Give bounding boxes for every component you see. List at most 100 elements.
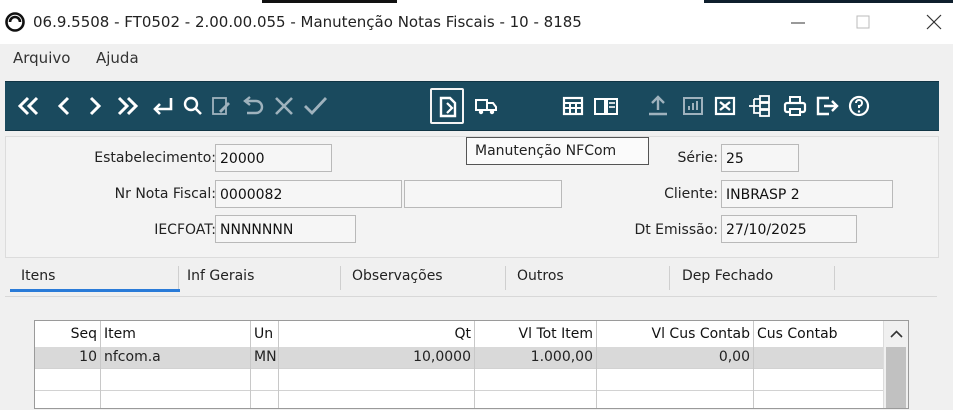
edit-icon <box>212 97 230 115</box>
cell-seq: 10 <box>35 347 101 369</box>
column-header-seq[interactable]: Seq <box>35 321 101 347</box>
iecfoat-field[interactable]: NNNNNNN <box>215 215 356 243</box>
help-button[interactable] <box>844 90 874 122</box>
cell-cus-contab <box>754 347 883 369</box>
close-icon <box>926 14 942 30</box>
tree-button[interactable] <box>744 90 774 122</box>
scrollbar-thumb[interactable] <box>886 347 906 408</box>
tab-observacoes[interactable]: Observações <box>352 268 443 284</box>
tab-separator <box>669 266 670 290</box>
tab-inf-gerais[interactable]: Inf Gerais <box>187 268 254 284</box>
tree-icon <box>749 95 770 117</box>
previous-icon <box>57 96 70 116</box>
column-header-vl-cus-contab[interactable]: Vl Cus Contab <box>597 321 754 347</box>
close-button[interactable] <box>915 8 951 36</box>
active-tab-indicator <box>10 289 180 292</box>
cancel-icon <box>275 97 293 115</box>
minimize-button[interactable] <box>780 8 816 36</box>
dt-emissao-field[interactable]: 27/10/2025 <box>721 215 857 243</box>
tooltip: Manutenção NFCom <box>466 137 649 165</box>
grid-header: Seq Item Un Qt Vl Tot Item Vl Cus Contab… <box>35 321 883 348</box>
scroll-up-icon[interactable] <box>884 322 909 346</box>
confirm-icon <box>304 97 328 116</box>
estabelecimento-field[interactable]: 20000 <box>215 144 332 172</box>
confirm-button[interactable] <box>300 90 330 122</box>
tab-dep-fechado[interactable]: Dep Fechado <box>682 268 773 284</box>
tab-outros[interactable]: Outros <box>517 268 564 284</box>
nfcom-button[interactable] <box>430 88 464 124</box>
undo-icon <box>243 96 264 115</box>
empty-cell <box>475 369 597 391</box>
upload-button[interactable] <box>643 90 673 122</box>
goto-button[interactable] <box>147 90 177 122</box>
empty-cell <box>279 369 475 391</box>
serie-field[interactable]: 25 <box>721 144 799 172</box>
window-edge <box>262 0 397 3</box>
nota-fiscal-label: Nr Nota Fiscal: <box>114 186 216 202</box>
vertical-scrollbar[interactable] <box>883 321 909 408</box>
column-header-un[interactable]: Un <box>251 321 279 347</box>
transport-button[interactable] <box>471 90 501 122</box>
edit-button[interactable] <box>206 90 236 122</box>
delete-icon <box>714 96 736 116</box>
column-header-qt[interactable]: Qt <box>279 321 475 347</box>
title-bar: 06.9.5508 - FT0502 - 2.00.00.055 - Manut… <box>0 0 953 44</box>
print-button[interactable] <box>780 90 810 122</box>
first-icon <box>17 96 39 116</box>
column-header-vl-tot-item[interactable]: Vl Tot Item <box>475 321 597 347</box>
grid-icon <box>562 96 584 116</box>
tab-separator <box>834 266 835 290</box>
nota-fiscal-extra-field[interactable] <box>404 180 562 208</box>
estabelecimento-label: Estabelecimento: <box>94 150 216 166</box>
empty-cell <box>251 391 279 408</box>
search-icon <box>183 96 202 115</box>
nota-fiscal-field[interactable]: 0000082 <box>215 180 402 208</box>
empty-cell <box>279 391 475 408</box>
iecfoat-label: IECFOAT: <box>154 222 216 238</box>
help-icon <box>848 95 870 117</box>
table-row[interactable] <box>35 369 883 391</box>
items-grid[interactable]: Seq Item Un Qt Vl Tot Item Vl Cus Contab… <box>34 320 909 409</box>
maximize-button[interactable] <box>845 8 881 36</box>
empty-cell <box>101 391 251 408</box>
next-button[interactable] <box>80 90 110 122</box>
last-button[interactable] <box>112 90 142 122</box>
exit-icon <box>816 96 839 116</box>
tab-separator <box>505 266 506 290</box>
dt-emissao-label: Dt Emissão: <box>634 222 718 238</box>
cancel-button[interactable] <box>269 90 299 122</box>
cell-item: nfcom.a <box>101 347 251 369</box>
chart-button[interactable] <box>678 90 708 122</box>
undo-button[interactable] <box>237 90 267 122</box>
goto-icon <box>153 98 173 115</box>
app-logo-icon <box>5 12 25 32</box>
previous-button[interactable] <box>49 90 79 122</box>
cliente-field[interactable]: INBRASP 2 <box>721 180 893 208</box>
exit-button[interactable] <box>812 90 842 122</box>
toolbar <box>5 81 939 131</box>
tab-itens[interactable]: Itens <box>21 268 55 284</box>
table-button[interactable] <box>558 90 588 122</box>
upload-icon <box>649 95 667 116</box>
book-button[interactable] <box>591 90 621 122</box>
menu-bar: Arquivo Ajuda <box>0 44 953 74</box>
print-icon <box>783 96 807 116</box>
empty-cell <box>475 391 597 408</box>
cell-vl-cus-contab: 0,00 <box>597 347 754 369</box>
empty-cell <box>101 369 251 391</box>
column-header-item[interactable]: Item <box>101 321 251 347</box>
first-button[interactable] <box>14 90 44 122</box>
window-title: 06.9.5508 - FT0502 - 2.00.00.055 - Manut… <box>33 13 582 31</box>
column-header-cus-contab[interactable]: Cus Contab <box>754 321 883 347</box>
book-icon <box>594 98 618 115</box>
empty-cell <box>35 391 101 408</box>
search-button[interactable] <box>178 90 208 122</box>
menu-help[interactable]: Ajuda <box>96 49 139 67</box>
truck-icon <box>475 99 497 115</box>
delete-button[interactable] <box>710 90 740 122</box>
table-row[interactable]: 10 nfcom.a MN 10,0000 1.000,00 0,00 <box>35 347 883 369</box>
cliente-label: Cliente: <box>664 186 718 202</box>
menu-file[interactable]: Arquivo <box>13 49 70 67</box>
next-icon <box>89 96 102 116</box>
table-row[interactable] <box>35 391 883 408</box>
